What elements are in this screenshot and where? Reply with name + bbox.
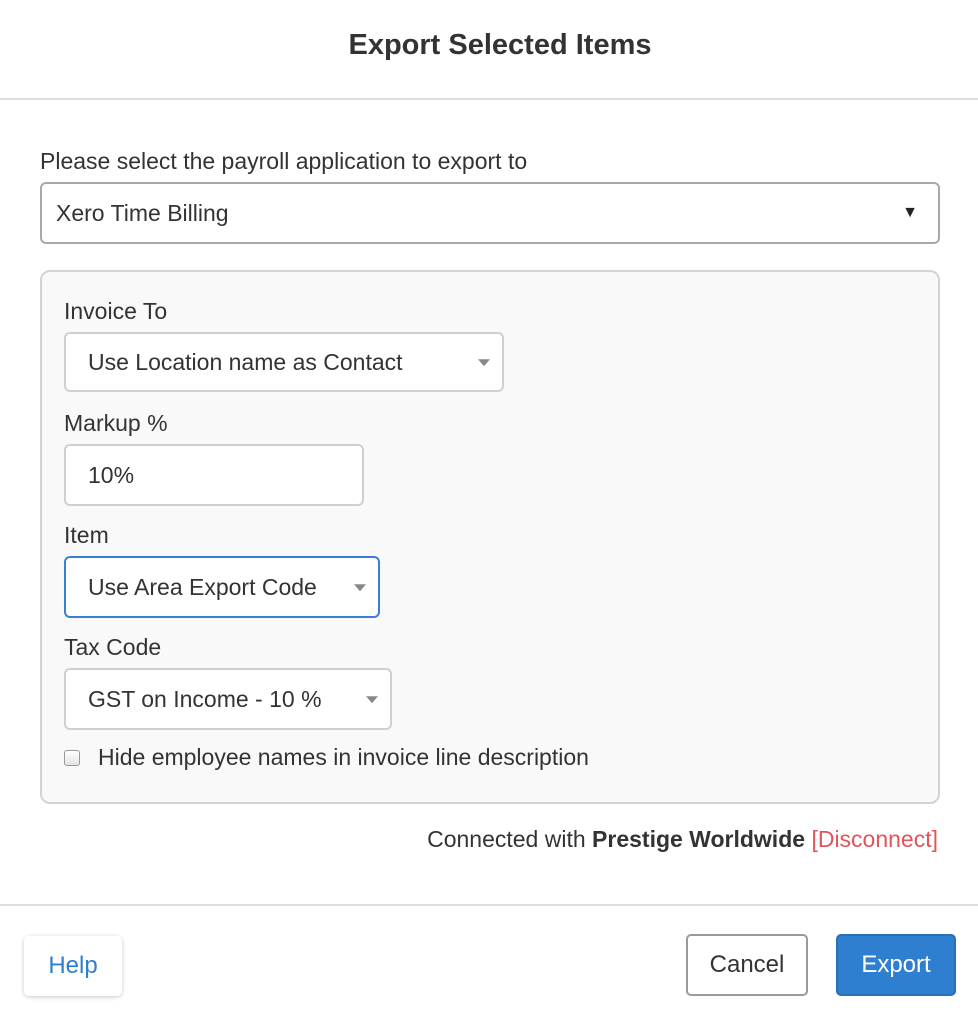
hide-names-label[interactable]: Hide employee names in invoice line desc… [98,744,589,771]
dialog-footer: Help Cancel Export [0,904,978,1012]
markup-input[interactable]: 10% [64,444,364,506]
markup-label: Markup % [64,410,168,436]
item-select[interactable]: Use Area Export Code [64,556,380,618]
markup-value: 10% [88,461,135,488]
help-button[interactable]: Help [24,936,122,996]
caret-down-icon [478,359,490,367]
dialog-title: Export Selected Items [348,28,652,61]
invoice-to-select[interactable]: Use Location name as Contact [64,332,504,392]
connected-company: Prestige Worldwide [592,826,806,852]
payroll-app-label: Please select the payroll application to… [40,148,528,174]
hide-names-checkbox[interactable] [64,749,80,766]
caret-down-icon [366,696,378,704]
export-dialog: Export Selected Items Please select the … [0,0,978,1012]
item-label: Item [64,522,109,548]
item-value: Use Area Export Code [88,573,317,600]
tax-code-label: Tax Code [64,634,162,660]
export-button[interactable]: Export [836,934,956,996]
disconnect-link[interactable]: [Disconnect] [811,826,938,852]
invoice-to-value: Use Location name as Contact [88,348,403,375]
invoice-to-label: Invoice To [64,298,168,324]
connection-prefix: Connected with [427,826,586,852]
tax-code-value: GST on Income - 10 % [88,685,322,712]
dialog-header: Export Selected Items [0,0,978,100]
caret-down-solid-icon: ▼ [902,204,918,221]
payroll-app-select[interactable]: Xero Time Billing ▼ [40,182,940,244]
hide-names-option: Hide employee names in invoice line desc… [64,744,589,771]
tax-code-select[interactable]: GST on Income - 10 % [64,668,392,730]
export-options-panel: Invoice To Use Location name as Contact … [40,270,940,804]
payroll-app-value: Xero Time Billing [56,199,229,226]
caret-down-icon [354,584,366,592]
connection-status: Connected with Prestige Worldwide [Disco… [427,826,938,853]
cancel-button[interactable]: Cancel [686,934,808,996]
